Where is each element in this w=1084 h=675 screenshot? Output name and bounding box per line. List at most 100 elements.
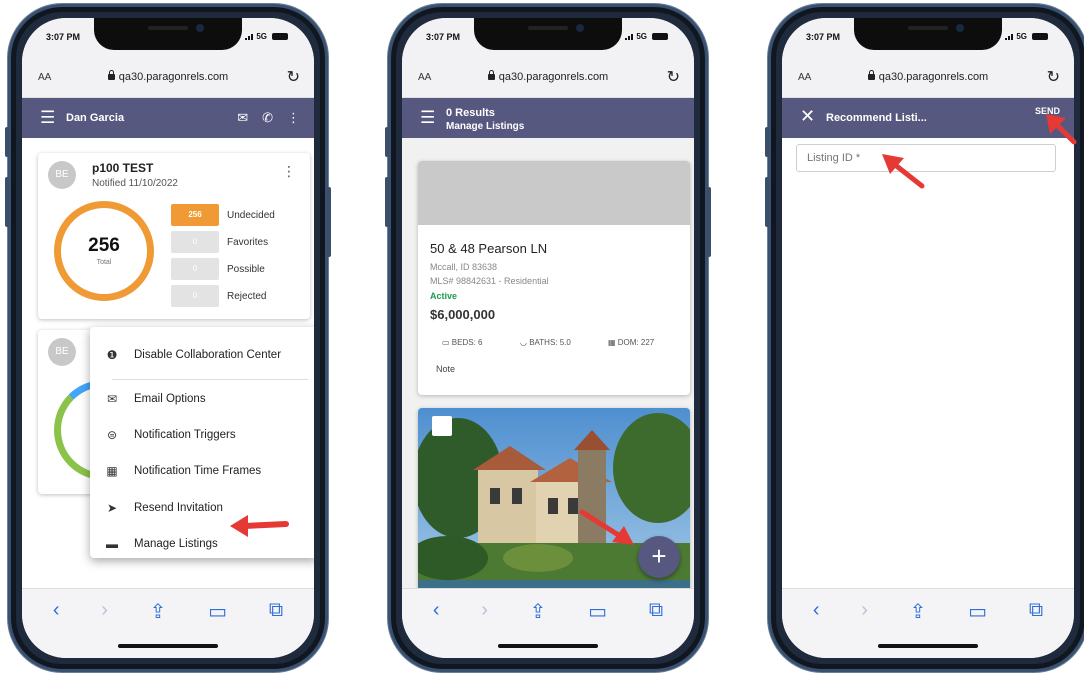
header-title: Dan Garcia — [66, 112, 125, 124]
browser-toolbar: ‹ › ⇪ ▭ ⧉ — [402, 588, 694, 658]
listing-status: Active — [430, 291, 458, 301]
menu-item-notification-time-frames[interactable]: ▦ Notification Time Frames — [90, 456, 314, 486]
bed-icon: ▭ — [442, 338, 452, 347]
address-bar[interactable]: AA qa30.paragonrels.com ↻ — [402, 58, 694, 98]
contact-card[interactable]: BE p100 TEST Notified 11/10/2022 ⋮ 256 T… — [38, 153, 310, 319]
url-text[interactable]: qa30.paragonrels.com — [879, 71, 988, 83]
stat-value: 0 — [171, 231, 219, 253]
listing-card[interactable]: 50 & 48 Pearson LN Mccall, ID 83638 MLS#… — [418, 161, 690, 395]
stat-label: Favorites — [227, 236, 269, 248]
back-icon[interactable]: ‹ — [813, 599, 820, 624]
address-bar[interactable]: AA qa30.paragonrels.com ↻ — [22, 58, 314, 98]
bookmarks-icon[interactable]: ▭ — [968, 599, 987, 624]
baths-value: BATHS: 5.0 — [529, 338, 571, 347]
notch — [474, 18, 622, 50]
menu-item-notification-triggers[interactable]: ⊜ Notification Triggers — [90, 420, 314, 450]
menu-item-email-options[interactable]: ✉ Email Options — [90, 384, 314, 414]
battery-icon — [652, 33, 668, 40]
phone-screen-3: 3:07 PM 5G AA qa30.paragonrels.com ↻ ✕ R… — [782, 18, 1074, 658]
more-vert-icon[interactable]: ⋮ — [287, 110, 300, 126]
back-icon[interactable]: ‹ — [433, 599, 440, 624]
stat-value: 0 — [171, 258, 219, 280]
lock-icon — [867, 70, 875, 80]
lock-icon — [487, 70, 495, 80]
network-label: 5G — [636, 32, 647, 41]
stat-favorites[interactable]: 0 Favorites — [171, 231, 268, 253]
phone-frame-1: 3:07 PM 5G AA qa30.paragonrels.com ↻ ☰ D… — [5, 4, 331, 672]
browser-toolbar: ‹ › ⇪ ▭ ⧉ — [22, 588, 314, 658]
browser-toolbar: ‹ › ⇪ ▭ ⧉ — [782, 588, 1074, 658]
plus-icon: + — [651, 541, 667, 571]
reload-icon[interactable]: ↻ — [287, 67, 300, 87]
menu-divider — [112, 379, 308, 380]
forward-icon[interactable]: › — [101, 599, 108, 624]
note-link[interactable]: Note — [436, 364, 455, 374]
menu-item-disable-collaboration[interactable]: ❶ Disable Collaboration Center — [90, 340, 314, 370]
menu-item-label: Resend Invitation — [134, 502, 223, 514]
close-icon[interactable]: ✕ — [800, 107, 815, 125]
stat-rejected[interactable]: 0 Rejected — [171, 285, 266, 307]
home-indicator — [878, 644, 978, 648]
listing-city: Mccall, ID 83638 — [430, 262, 498, 272]
hamburger-menu-icon[interactable]: ☰ — [420, 109, 435, 126]
avatar: BE — [48, 338, 76, 366]
battery-icon — [272, 33, 288, 40]
stat-possible[interactable]: 0 Possible — [171, 258, 265, 280]
home-indicator — [498, 644, 598, 648]
forward-icon[interactable]: › — [861, 599, 868, 624]
stat-undecided[interactable]: 256 Undecided — [171, 204, 275, 226]
stat-value: 256 — [171, 204, 219, 226]
header-subtitle: Manage Listings — [446, 121, 525, 132]
menu-item-label: Disable Collaboration Center — [134, 349, 282, 361]
listing-photo-placeholder — [418, 161, 690, 225]
phone-frame-2: 3:07 PM 5G AA qa30.paragonrels.com ↻ ☰ 0… — [385, 4, 711, 672]
stat-label: Possible — [227, 263, 265, 275]
network-label: 5G — [256, 32, 267, 41]
listing-card[interactable]: + — [418, 408, 690, 608]
menu-item-label: Notification Time Frames — [134, 465, 262, 477]
app-header: ✕ Recommend Listi... SEND — [782, 98, 1074, 138]
phone-screen-1: 3:07 PM 5G AA qa30.paragonrels.com ↻ ☰ D… — [22, 18, 314, 658]
toggle-icon: ⊜ — [106, 428, 118, 442]
signal-icon — [625, 33, 634, 40]
annotation-arrow-listing-id — [882, 154, 925, 189]
network-label: 5G — [1016, 32, 1027, 41]
avatar: BE — [48, 161, 76, 189]
calendar-icon: ▦ — [608, 338, 618, 347]
bath-icon: ◡ — [520, 338, 530, 347]
listing-address: 50 & 48 Pearson LN — [430, 241, 548, 256]
share-icon[interactable]: ⇪ — [530, 599, 547, 624]
total-label: Total — [96, 259, 112, 266]
tabs-icon[interactable]: ⧉ — [1029, 599, 1043, 624]
notch — [854, 18, 1002, 50]
annotation-arrow-manage-listings — [230, 515, 289, 537]
notch — [94, 18, 242, 50]
tabs-icon[interactable]: ⧉ — [649, 599, 663, 624]
folder-icon: ▬ — [106, 537, 118, 551]
tabs-icon[interactable]: ⧉ — [269, 599, 283, 624]
bookmarks-icon[interactable]: ▭ — [208, 599, 227, 624]
share-icon[interactable]: ⇪ — [910, 599, 927, 624]
share-icon[interactable]: ⇪ — [150, 599, 167, 624]
back-icon[interactable]: ‹ — [53, 599, 60, 624]
phone-icon[interactable]: ✆ — [262, 110, 273, 126]
home-indicator — [118, 644, 218, 648]
status-time: 3:07 PM — [806, 32, 841, 42]
add-listing-button[interactable]: + — [638, 536, 680, 578]
annotation-arrow-send — [1046, 114, 1077, 145]
url-text[interactable]: qa30.paragonrels.com — [119, 71, 228, 83]
card-menu-icon[interactable]: ⋮ — [282, 163, 296, 180]
reload-icon[interactable]: ↻ — [667, 67, 680, 87]
reload-icon[interactable]: ↻ — [1047, 67, 1060, 87]
url-text[interactable]: qa30.paragonrels.com — [499, 71, 608, 83]
mail-icon[interactable]: ✉ — [237, 110, 248, 126]
bookmarks-icon[interactable]: ▭ — [588, 599, 607, 624]
send-icon: ➤ — [106, 501, 118, 515]
baths-item: ◡ BATHS: 5.0 — [520, 338, 571, 347]
menu-item-label: Email Options — [134, 393, 206, 405]
address-bar[interactable]: AA qa30.paragonrels.com ↻ — [782, 58, 1074, 98]
hamburger-menu-icon[interactable]: ☰ — [40, 109, 55, 126]
forward-icon[interactable]: › — [481, 599, 488, 624]
notified-date: Notified 11/10/2022 — [92, 178, 178, 189]
stat-value: 0 — [171, 285, 219, 307]
